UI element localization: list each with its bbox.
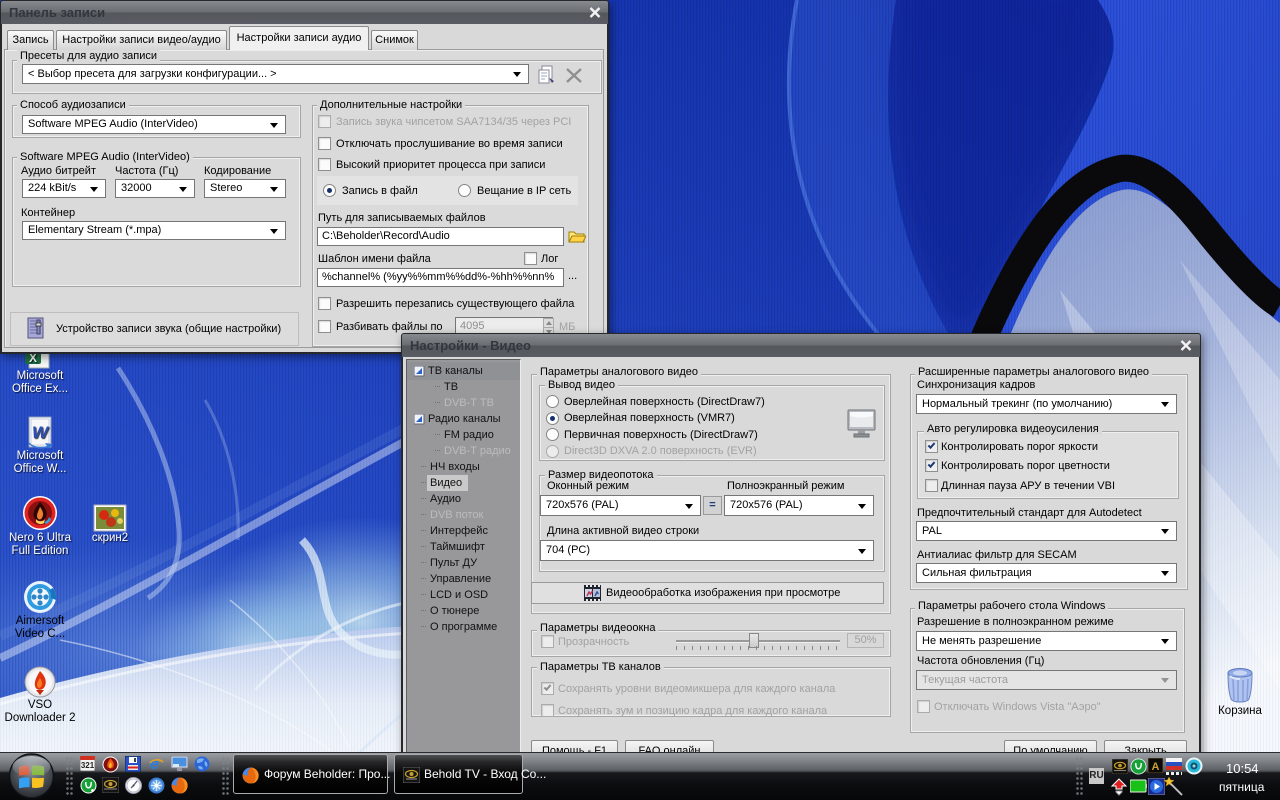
svg-text:W: W <box>32 423 50 442</box>
svg-text:A: A <box>1152 761 1160 773</box>
svg-text:e: e <box>150 756 159 772</box>
svg-text:321: 321 <box>81 761 95 770</box>
